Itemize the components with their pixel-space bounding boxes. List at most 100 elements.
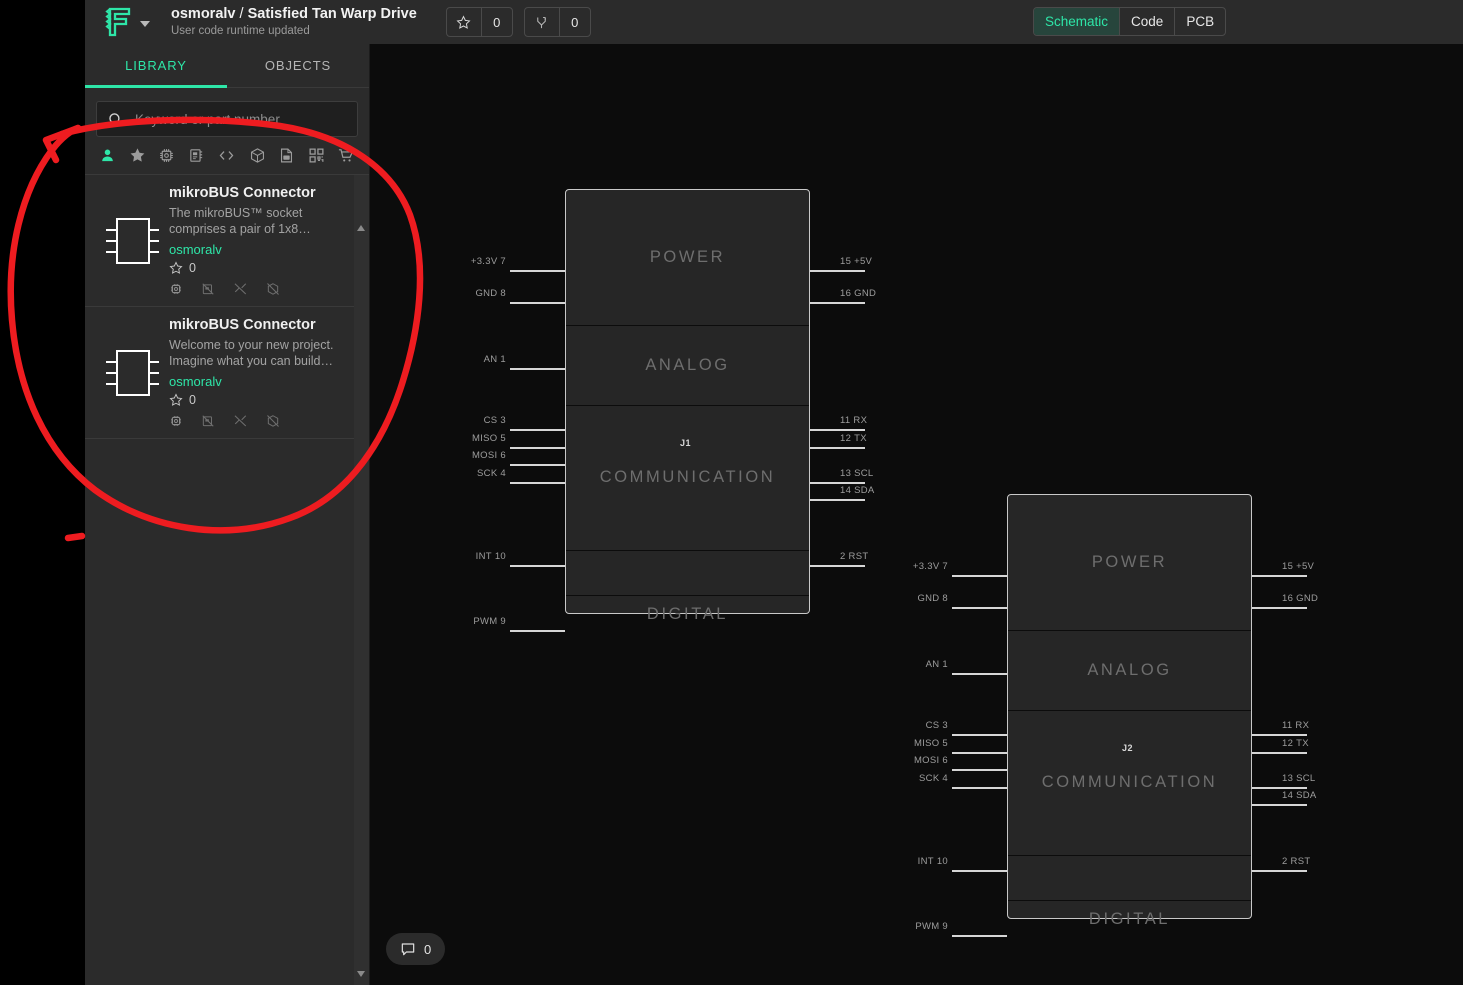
list-item[interactable]: mikroBUS Connector Welcome to your new p… bbox=[85, 306, 369, 439]
shopping-cart-icon[interactable] bbox=[337, 147, 355, 164]
pin-wire bbox=[952, 752, 1007, 754]
pdf-document-icon[interactable] bbox=[278, 147, 295, 164]
left-gutter bbox=[0, 0, 85, 985]
section-communication: COMMUNICATION bbox=[599, 468, 776, 486]
pin-wire bbox=[952, 787, 1007, 789]
scroll-down-arrow-icon[interactable] bbox=[357, 971, 365, 977]
pin-wire bbox=[1252, 734, 1307, 736]
tab-library[interactable]: LIBRARY bbox=[85, 44, 227, 88]
comment-count: 0 bbox=[424, 941, 432, 957]
pin-wire bbox=[510, 302, 565, 304]
pin-wire bbox=[810, 447, 865, 449]
schematic-canvas[interactable]: POWER ANALOG COMMUNICATION DIGITAL J1 +3… bbox=[370, 44, 1463, 985]
ic-board-icon[interactable] bbox=[188, 147, 205, 164]
pin-wire bbox=[510, 447, 565, 449]
logo-button[interactable] bbox=[103, 6, 150, 38]
chip-icon[interactable] bbox=[158, 147, 175, 164]
fork-counter[interactable]: 0 bbox=[523, 7, 591, 37]
tab-schematic[interactable]: Schematic bbox=[1034, 8, 1121, 35]
star-icon[interactable] bbox=[129, 147, 146, 164]
pin-wire bbox=[952, 769, 1007, 771]
pin-label-miso: MISO 5 bbox=[913, 738, 948, 749]
code-brackets-icon[interactable] bbox=[217, 147, 236, 164]
list-item-star-count: 0 bbox=[189, 261, 196, 275]
pin-wire bbox=[510, 429, 565, 431]
pin-label-rst: 2 RST bbox=[840, 551, 869, 562]
pin-wire bbox=[952, 734, 1007, 736]
comment-icon bbox=[401, 943, 415, 956]
pin-label-mosi: MOSI 6 bbox=[913, 755, 948, 766]
pin-wire bbox=[952, 607, 1007, 609]
search-input[interactable]: Keyword or part number bbox=[96, 101, 358, 137]
pin-label-tx: 12 TX bbox=[840, 433, 867, 444]
chip-icon bbox=[171, 284, 181, 294]
search-icon bbox=[109, 112, 123, 126]
person-icon[interactable] bbox=[99, 147, 116, 164]
ic-symbol-icon bbox=[97, 185, 163, 296]
panel-scrollbar[interactable] bbox=[354, 175, 369, 985]
list-item-star-count: 0 bbox=[189, 393, 196, 407]
section-analog: ANALOG bbox=[1087, 660, 1172, 679]
list-item[interactable]: mikroBUS Connector The mikroBUS™ socket … bbox=[85, 174, 369, 307]
pin-label-3v3: +3.3V 7 bbox=[912, 561, 948, 572]
library-results-list: mikroBUS Connector The mikroBUS™ socket … bbox=[85, 174, 369, 985]
flux-logo-icon bbox=[105, 7, 131, 37]
list-item-author[interactable]: osmoralv bbox=[169, 374, 355, 389]
star-outline-icon bbox=[169, 393, 183, 406]
pin-label-int: INT 10 bbox=[917, 856, 948, 867]
cube-3d-icon[interactable] bbox=[249, 147, 266, 164]
pin-wire bbox=[1252, 607, 1307, 609]
section-digital-label: DIGITAL bbox=[646, 604, 729, 623]
pin-label-miso: MISO 5 bbox=[471, 433, 506, 444]
pin-label-cs: CS 3 bbox=[483, 415, 506, 426]
star-count: 0 bbox=[493, 14, 501, 30]
pin-wire bbox=[952, 673, 1007, 675]
pin-label-gnd-right: 16 GND bbox=[840, 288, 877, 299]
list-item-author[interactable]: osmoralv bbox=[169, 242, 355, 257]
list-item-badges bbox=[169, 414, 355, 428]
scroll-up-arrow-icon[interactable] bbox=[357, 225, 365, 231]
model-3d-off-icon bbox=[267, 415, 279, 427]
list-item-title: mikroBUS Connector bbox=[169, 185, 316, 201]
fork-icon bbox=[525, 8, 560, 36]
tab-pcb[interactable]: PCB bbox=[1175, 8, 1225, 35]
schematic-off-icon bbox=[234, 283, 247, 295]
tab-code[interactable]: Code bbox=[1120, 8, 1176, 35]
pin-wire bbox=[952, 870, 1007, 872]
fork-count: 0 bbox=[571, 14, 579, 30]
project-title-block: osmoralv / Satisfied Tan Warp Drive User… bbox=[171, 6, 417, 38]
pin-wire bbox=[510, 368, 565, 370]
pin-wire bbox=[952, 575, 1007, 577]
section-digital-label: DIGITAL bbox=[1088, 909, 1171, 928]
pin-label-5v: 15 +5V bbox=[1282, 561, 1315, 572]
part-j1-body: POWER ANALOG COMMUNICATION bbox=[565, 189, 810, 614]
star-counter[interactable]: 0 bbox=[445, 7, 513, 37]
footprint-off-icon bbox=[202, 415, 214, 427]
pin-wire bbox=[810, 270, 865, 272]
chevron-down-icon bbox=[140, 20, 150, 27]
pin-label-an: AN 1 bbox=[483, 354, 506, 365]
pin-wire bbox=[810, 302, 865, 304]
pin-label-an: AN 1 bbox=[925, 659, 948, 670]
pin-label-scl: 13 SCL bbox=[840, 468, 874, 479]
pin-wire bbox=[510, 565, 565, 567]
star-outline-icon bbox=[169, 261, 183, 274]
section-power: POWER bbox=[1091, 553, 1168, 571]
pin-wire bbox=[1252, 870, 1307, 872]
list-item-body: mikroBUS Connector The mikroBUS™ socket … bbox=[169, 185, 355, 296]
filter-icon-row bbox=[85, 137, 369, 173]
top-bar: osmoralv / Satisfied Tan Warp Drive User… bbox=[85, 0, 1463, 44]
comment-button[interactable]: 0 bbox=[386, 933, 446, 965]
pin-label-3v3: +3.3V 7 bbox=[470, 256, 506, 267]
list-item-badges bbox=[169, 282, 355, 296]
pin-wire bbox=[952, 935, 1007, 937]
pin-wire bbox=[510, 482, 565, 484]
pin-wire bbox=[810, 565, 865, 567]
project-name: Satisfied Tan Warp Drive bbox=[247, 6, 417, 23]
library-panel: LIBRARY OBJECTS Keyword or part number m… bbox=[85, 44, 370, 985]
chip-icon bbox=[171, 416, 181, 426]
tab-objects[interactable]: OBJECTS bbox=[227, 44, 369, 87]
pin-wire bbox=[510, 270, 565, 272]
pin-wire bbox=[510, 630, 565, 632]
qr-code-icon[interactable] bbox=[308, 147, 325, 164]
